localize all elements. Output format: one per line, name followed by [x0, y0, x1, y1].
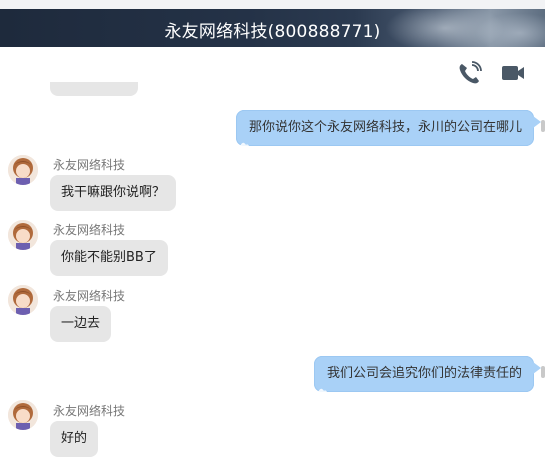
message-text: 一边去: [61, 316, 101, 331]
previous-message-bubble: [50, 82, 138, 96]
wave-decoration-icon: [234, 142, 250, 148]
sender-name: 永友网络科技: [53, 223, 126, 237]
message-text: 我们公司会追究你们的法律责任的: [327, 366, 523, 381]
bubble-tail: [533, 362, 542, 374]
message-list[interactable]: 那你说你这个永友网络科技，永川的公司在哪儿 永友网络科技 我干嘛跟你说啊？ 永友…: [0, 82, 545, 471]
chat-header: 永友网络科技(800888771): [0, 9, 545, 47]
window-top-band: [0, 0, 545, 9]
avatar[interactable]: [8, 220, 38, 250]
incoming-message: 我干嘛跟你说啊？: [50, 175, 177, 211]
outgoing-message: 那你说你这个永友网络科技，永川的公司在哪儿: [234, 110, 542, 148]
avatar-image: [8, 400, 38, 430]
bubble-edge-mark: [541, 366, 545, 378]
message-text: 你能不能别BB了: [61, 250, 157, 265]
avatar[interactable]: [8, 155, 38, 185]
incoming-message: 好的: [50, 421, 99, 457]
incoming-message: 你能不能别BB了: [50, 240, 168, 276]
avatar-image: [8, 220, 38, 250]
bubble-tail: [533, 116, 542, 128]
message-text: 那你说你这个永友网络科技，永川的公司在哪儿: [249, 120, 523, 135]
message-text: 我干嘛跟你说啊？: [61, 185, 166, 200]
avatar[interactable]: [8, 285, 38, 315]
avatar-image: [8, 155, 38, 185]
chat-title: 永友网络科技(800888771): [164, 22, 381, 42]
incoming-message: 一边去: [50, 306, 112, 342]
avatar-image: [8, 285, 38, 315]
outgoing-message: 我们公司会追究你们的法律责任的: [312, 356, 542, 394]
wave-decoration-icon: [312, 388, 328, 394]
sender-name: 永友网络科技: [53, 404, 126, 418]
bubble-edge-mark: [541, 120, 545, 132]
sender-name: 永友网络科技: [53, 289, 126, 303]
sender-name: 永友网络科技: [53, 158, 126, 172]
avatar[interactable]: [8, 400, 38, 430]
message-text: 好的: [61, 431, 88, 446]
